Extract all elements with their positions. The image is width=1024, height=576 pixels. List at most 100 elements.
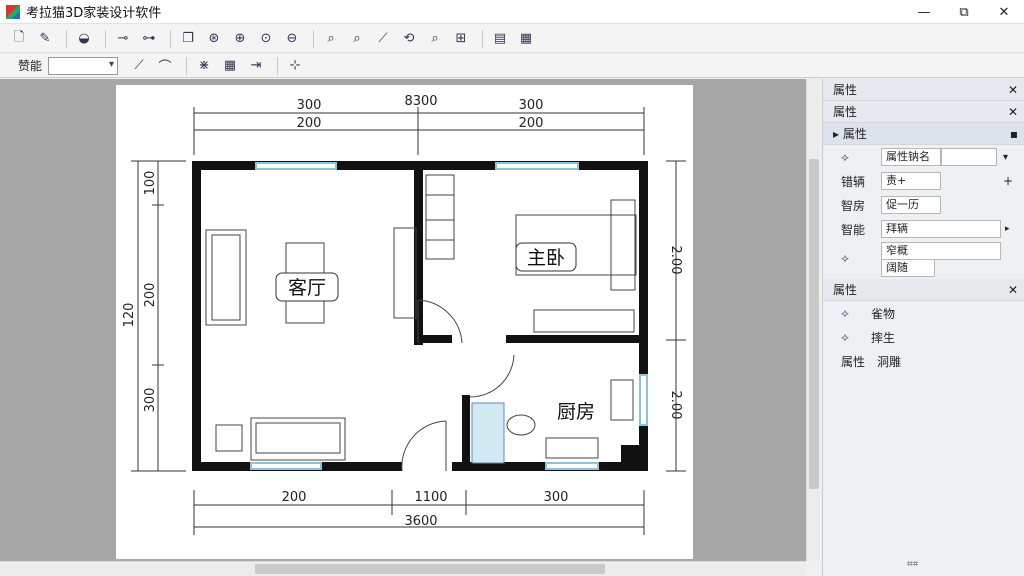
main-toolbar: 🗋 ✎ ◒ ⊸ ⊶ ❐ ⊛ ⊕ ⊙ ⊖ ⌕ ⌕ ⟋ ⟲ ⌕ ⊞ ▤ ▦ [0, 25, 1024, 53]
layer-dropdown[interactable]: ▾ [48, 56, 119, 75]
zoom-fit-icon[interactable]: ⊙ [255, 28, 277, 50]
rotate-icon[interactable]: ⟲ [398, 28, 420, 50]
chevron-right-icon[interactable]: ▸ [1005, 224, 1010, 234]
list-item[interactable]: ⟡ 雀物 [823, 301, 1024, 325]
drawing-canvas[interactable]: 300 8300 300 200 200 200 1100 300 3600 1… [0, 79, 820, 561]
property-field-5b[interactable]: 阔随 [881, 259, 935, 277]
dim-left-3: 300 [143, 388, 158, 413]
dim-left-1: 100 [143, 171, 158, 196]
align-icon[interactable]: ▤ [489, 28, 511, 50]
title-bar: 考拉猫3D家装设计软件 — ⧉ ✕ [0, 0, 1024, 24]
close-icon[interactable]: ✕ [1008, 283, 1018, 297]
maximize-button[interactable]: ⧉ [944, 0, 984, 24]
dim-top-1: 300 [297, 98, 322, 113]
close-button[interactable]: ✕ [984, 0, 1024, 24]
property-row-3: 智房 促一历 [823, 193, 1024, 217]
app-logo-icon [6, 4, 20, 19]
floorplan-sheet: 300 8300 300 200 200 200 1100 300 3600 1… [116, 85, 693, 559]
vertical-scrollbar[interactable] [806, 79, 820, 561]
connect-tool-icon[interactable]: ⊶ [138, 28, 160, 50]
panel-header-1: 属性 ✕ [823, 79, 1024, 101]
list-item[interactable]: 属性 洞雕 [823, 349, 1024, 373]
toolbar-divider [313, 29, 314, 48]
arrow-tool-icon[interactable]: ⇥ [245, 55, 267, 77]
toolbar2-label: 赞能 [18, 59, 43, 73]
bucket-icon[interactable]: ◒ [73, 28, 95, 50]
dim-bottom-total: 3600 [404, 514, 437, 529]
copy-icon[interactable]: ❐ [177, 28, 199, 50]
zoom-out-icon[interactable]: ⊖ [281, 28, 303, 50]
room-label-master: 主卧 [527, 247, 565, 269]
vertical-scroll-thumb[interactable] [809, 159, 819, 489]
chevron-down-icon: ▾ [108, 58, 115, 70]
dim-top-4: 200 [297, 116, 322, 131]
room-label-kitchen: 厨房 [557, 401, 595, 423]
dim-left-2: 200 [143, 283, 158, 308]
list-item[interactable]: ⟡ 摔生 [823, 325, 1024, 349]
pin-icon[interactable]: ▪ [1010, 127, 1018, 141]
property-field-2[interactable]: 责+ [881, 172, 941, 190]
zoom-area-icon[interactable]: ⌕ [424, 28, 446, 50]
grid-icon[interactable]: ⊞ [450, 28, 472, 50]
toolbar-divider [105, 29, 106, 48]
zoom-color-icon[interactable]: ⊛ [203, 28, 225, 50]
room-label-living: 客厅 [288, 277, 326, 299]
list-item-label: 雀物 [870, 306, 895, 321]
toolbar-divider [482, 29, 483, 48]
plus-icon[interactable]: + [1003, 174, 1013, 188]
section-title-1: 属性 [842, 127, 867, 141]
property-field-5a[interactable]: 窄概 [881, 242, 1001, 260]
brush-icon[interactable]: ✎ [34, 28, 56, 50]
dim-top-2: 8300 [404, 94, 437, 109]
new-file-icon[interactable]: 🗋 [8, 28, 30, 50]
property-label-3: 智房 [841, 198, 866, 213]
dim-top-3: 300 [519, 98, 544, 113]
arc-tool-icon[interactable]: ⌒ [154, 55, 176, 77]
toolbar-divider [186, 56, 188, 75]
dim-bottom-3: 300 [544, 490, 569, 505]
search-icon[interactable]: ⌕ [320, 28, 342, 50]
search-minus-icon[interactable]: ⌕ [346, 28, 368, 50]
tool-icon: ⟡ [841, 329, 849, 344]
resize-grip-icon[interactable]: ⌗⌗ [907, 559, 918, 570]
section-header-2[interactable]: 属性 ✕ [823, 279, 1024, 301]
section-title-2: 属性 [833, 283, 858, 297]
tool-icon: ⟡ [841, 149, 849, 164]
horizontal-scroll-thumb[interactable] [255, 564, 605, 574]
property-row-5: ⟡ 窄概 阔随 [823, 241, 1024, 277]
tool-icon: ⟡ [841, 305, 849, 320]
dim-top-5: 200 [519, 116, 544, 131]
floorplan-drawing: 300 8300 300 200 200 200 1100 300 3600 1… [122, 94, 686, 535]
panel-title-1: 属性 [833, 83, 858, 97]
property-panel: 属性 ✕ 属性 ✕ ▸ 属性 ▪ ⟡ 属性钠名 ▾ 错辆 责+ + 智房 促一历… [822, 79, 1024, 576]
section-header-1[interactable]: ▸ 属性 ▪ [823, 123, 1024, 145]
chevron-down-icon[interactable]: ▾ [1003, 152, 1008, 163]
wall-tool-icon[interactable]: ⊸ [112, 28, 134, 50]
property-value-field[interactable] [941, 148, 997, 166]
property-row-2: 错辆 责+ + [823, 169, 1024, 193]
hatch-icon[interactable]: ⋇ [193, 55, 215, 77]
line-tool-icon[interactable]: ⟋ [128, 55, 150, 77]
close-icon[interactable]: ✕ [1008, 83, 1018, 97]
horizontal-scrollbar[interactable] [0, 561, 806, 576]
property-name-field[interactable]: 属性钠名 [881, 148, 941, 166]
dim-bottom-2: 1100 [414, 490, 447, 505]
toolbar-divider [170, 29, 171, 48]
property-field-4[interactable]: 拜辆 [881, 220, 1001, 238]
toolbar-divider [277, 56, 279, 75]
property-row-4: 智能 拜辆 ▸ [823, 217, 1024, 241]
minimize-button[interactable]: — [904, 0, 944, 24]
close-icon[interactable]: ✕ [1008, 105, 1018, 119]
snap-icon[interactable]: ⊹ [284, 55, 306, 77]
transform-icon: ⟡ [841, 250, 849, 265]
panel-header-2: 属性 ✕ [823, 101, 1024, 123]
list-item-prefix: 属性 [841, 354, 866, 369]
zoom-in-icon[interactable]: ⊕ [229, 28, 251, 50]
dim-right-2: 2.00 [668, 391, 683, 420]
measure-icon[interactable]: ⟋ [372, 28, 394, 50]
property-field-3[interactable]: 促一历 [881, 196, 941, 214]
grid-small-icon[interactable]: ▦ [219, 55, 241, 77]
property-label-4: 智能 [841, 222, 866, 237]
dim-right-1: 2.00 [668, 246, 683, 275]
building-icon[interactable]: ▦ [515, 28, 537, 50]
